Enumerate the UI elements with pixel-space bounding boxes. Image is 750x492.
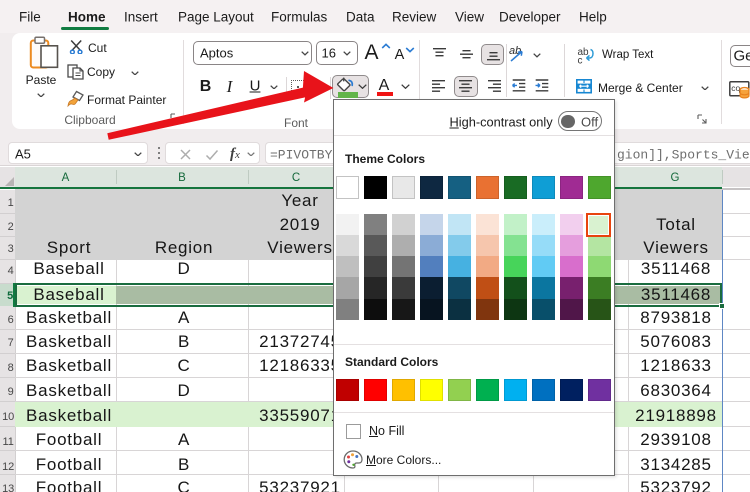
svg-text:c: c [578,56,583,65]
